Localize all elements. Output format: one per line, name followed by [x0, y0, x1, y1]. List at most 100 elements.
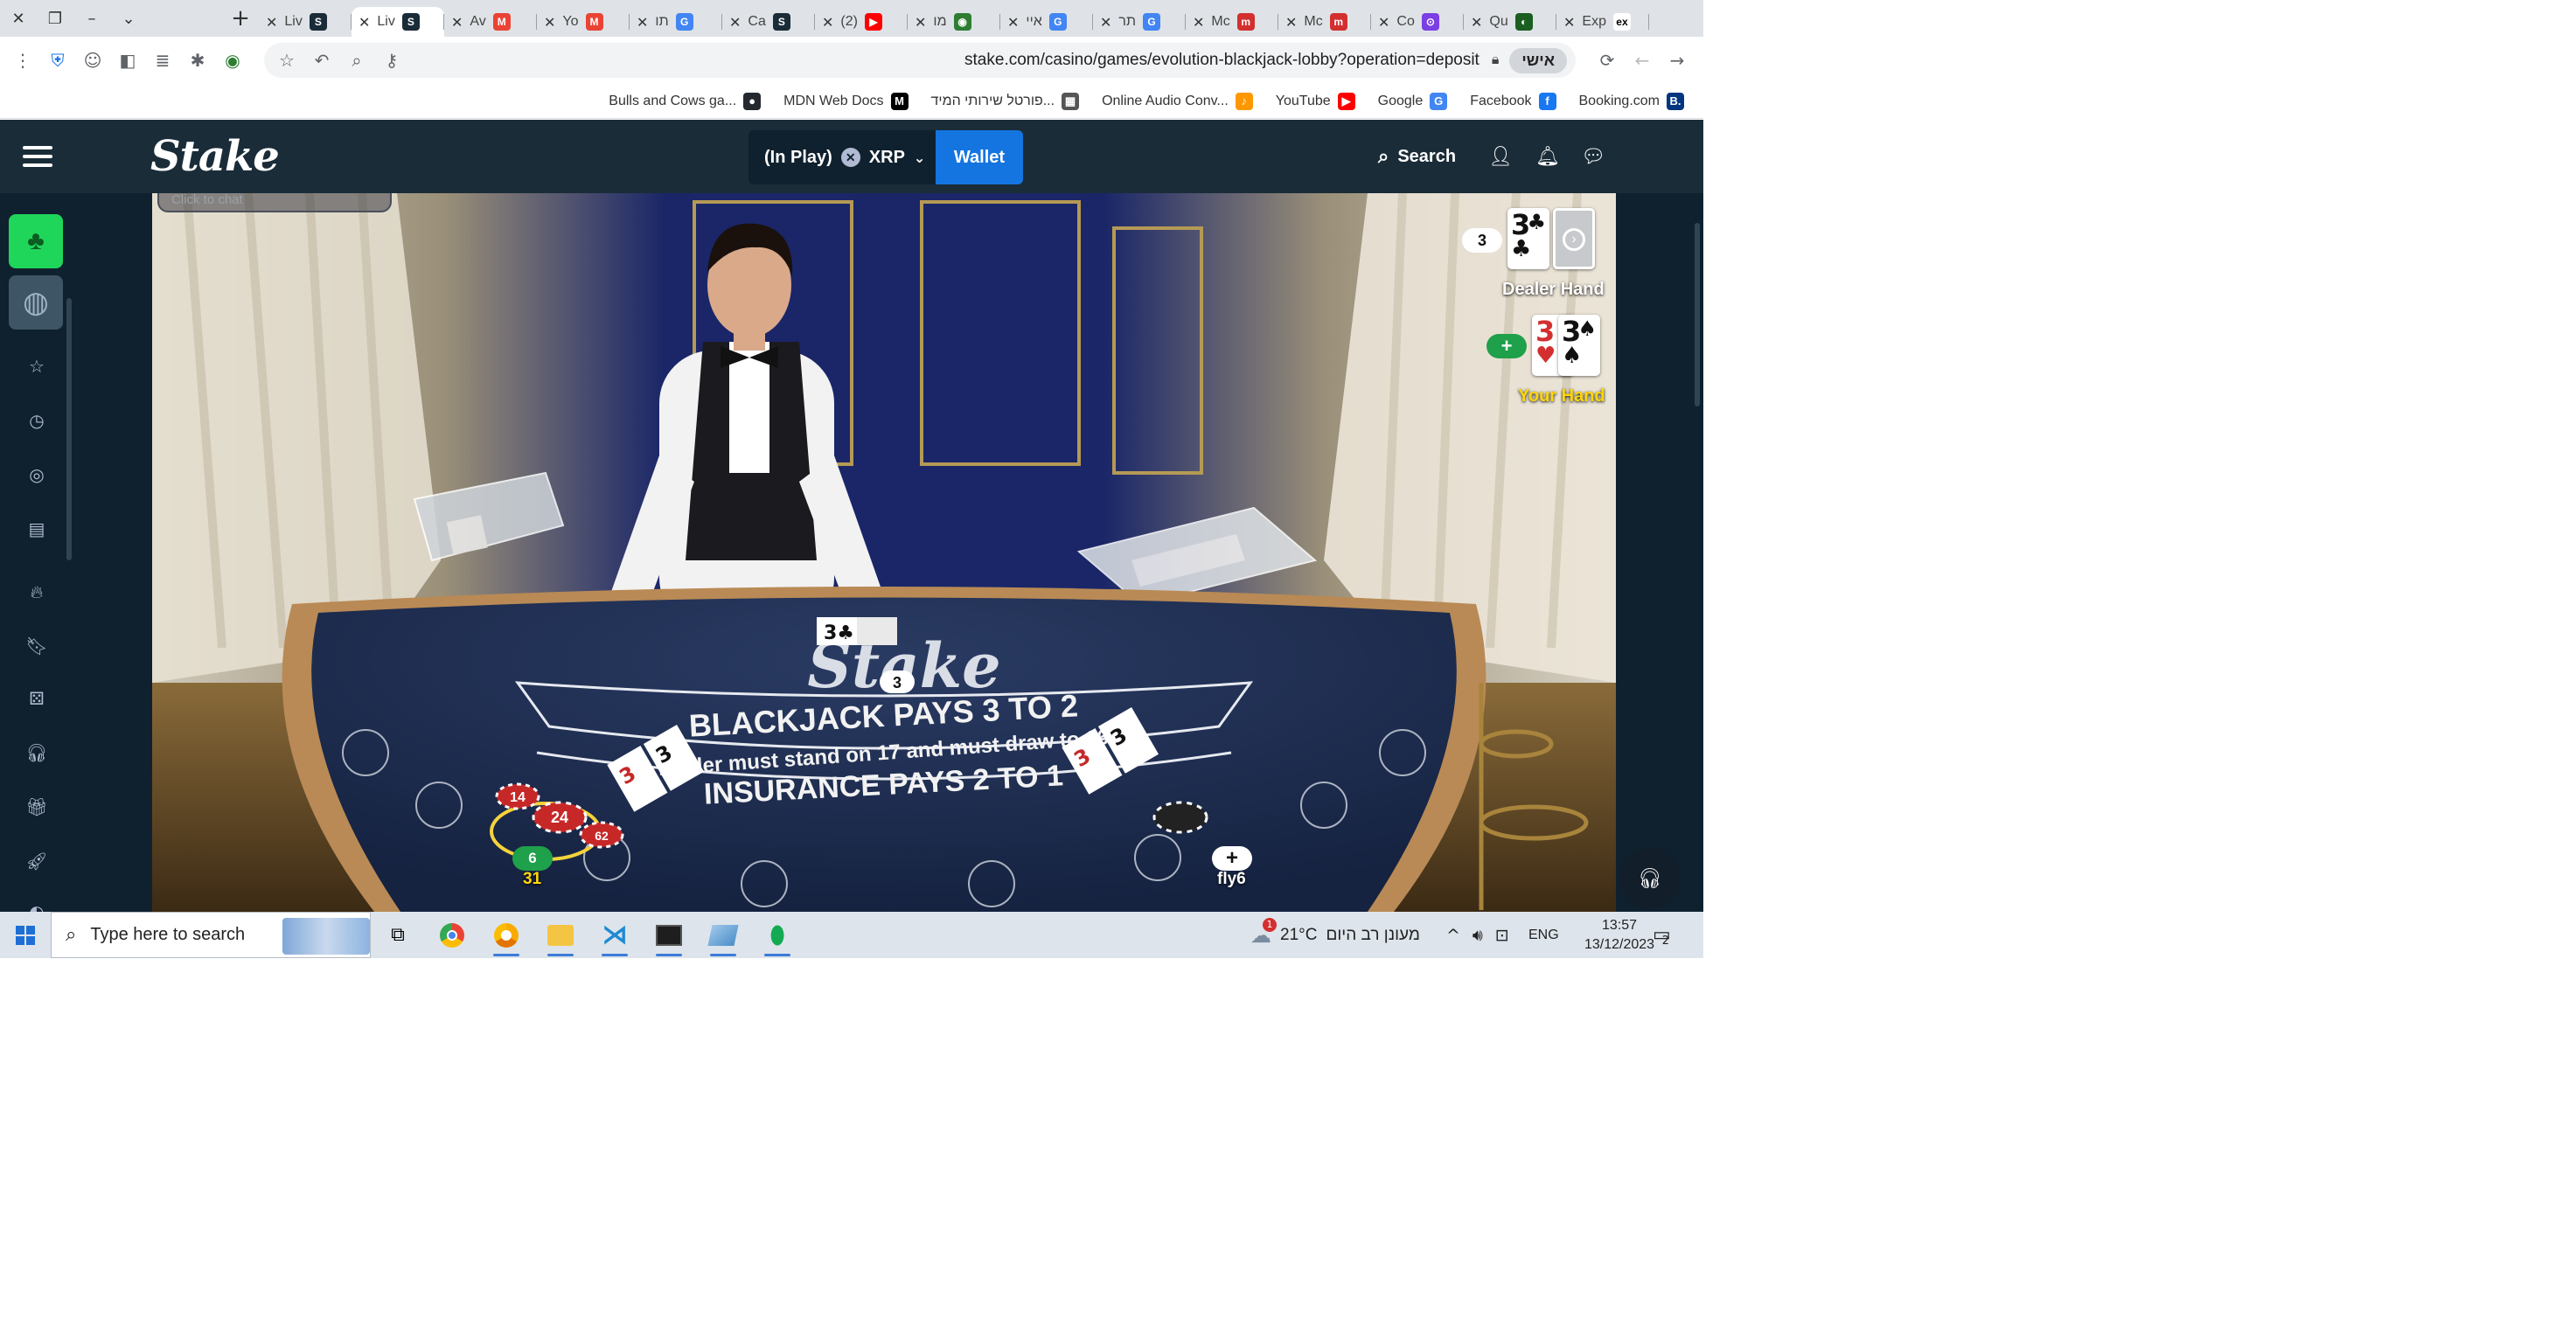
- bookmark-item[interactable]: MDN Web Docs M: [783, 92, 909, 110]
- shield-extension-icon[interactable]: ⛨: [40, 43, 75, 78]
- user-icon[interactable]: 👤︎: [1486, 142, 1514, 170]
- task-view-icon[interactable]: ⧉: [371, 912, 425, 958]
- volume-icon[interactable]: 🔊︎: [1472, 926, 1483, 945]
- side-panel-icon[interactable]: ◧: [110, 43, 145, 78]
- weather-widget[interactable]: ☁ 1 21°C מעונן רב היום: [1250, 912, 1420, 958]
- page-scrollbar[interactable]: [1693, 193, 1703, 912]
- browser-tab[interactable]: ✕ תר G: [1093, 7, 1186, 37]
- balance-selector[interactable]: (In Play) ✕ XRP ⌄: [748, 130, 936, 184]
- new-tab-button[interactable]: +: [222, 0, 259, 37]
- close-tab-icon[interactable]: ✕: [1378, 14, 1389, 31]
- tab-search-chevron-icon[interactable]: ⌄: [110, 0, 147, 37]
- notification-center-icon[interactable]: ▭ 2: [1653, 912, 1671, 958]
- close-tab-icon[interactable]: ✕: [915, 14, 926, 31]
- bookmark-star-icon[interactable]: ☆: [269, 43, 304, 78]
- url-text[interactable]: stake.com/casino/games/evolution-blackja…: [964, 51, 1479, 70]
- browser-tab[interactable]: ✕ (2) ▶: [815, 7, 908, 37]
- key-icon[interactable]: ⚷: [374, 43, 409, 78]
- bookmark-item[interactable]: Bulls and Cows ga... ●: [609, 92, 762, 110]
- security-extension-icon[interactable]: ◉: [215, 43, 250, 78]
- chrome-app-icon[interactable]: [425, 912, 479, 958]
- search-button[interactable]: ⌕ Search: [1378, 139, 1456, 174]
- mongodb-compass-app-icon[interactable]: ⬮: [750, 912, 804, 958]
- back-icon[interactable]: ←: [1625, 43, 1660, 78]
- close-tab-icon[interactable]: ✕: [1563, 14, 1575, 31]
- hamburger-menu-icon[interactable]: [23, 139, 52, 174]
- favourites-star-icon[interactable]: ☆: [19, 349, 54, 384]
- close-tab-icon[interactable]: ✕: [1193, 14, 1204, 31]
- close-tab-icon[interactable]: ✕: [266, 14, 277, 31]
- close-tab-icon[interactable]: ✕: [1007, 14, 1019, 31]
- browser-tab[interactable]: ✕ תו G: [630, 7, 722, 37]
- bookmark-item[interactable]: Online Audio Conv... ♪: [1102, 92, 1253, 110]
- address-bar[interactable]: ☆ ↶ ⌕ ⚷ stake.com/casino/games/evolution…: [264, 43, 1576, 78]
- windows-start-icon[interactable]: [0, 912, 51, 958]
- extensions-icon[interactable]: ✱: [180, 43, 215, 78]
- file-explorer-app-icon[interactable]: [533, 912, 588, 958]
- close-tab-icon[interactable]: ✕: [451, 14, 463, 31]
- bookmark-item[interactable]: Booking.com B.: [1579, 92, 1684, 110]
- profile-icon[interactable]: ☺: [75, 43, 110, 78]
- minimize-window-icon[interactable]: –: [73, 0, 110, 37]
- browser-tab[interactable]: ✕ איי G: [1000, 7, 1093, 37]
- close-tab-icon[interactable]: ✕: [637, 14, 648, 31]
- live-casino-headset-icon[interactable]: 🎧︎: [19, 735, 54, 770]
- bookmark-icon[interactable]: 🔖︎: [19, 629, 54, 664]
- browser-tab[interactable]: ✕ Co ⊙: [1371, 7, 1464, 37]
- my-bets-icon[interactable]: ▤: [19, 511, 54, 546]
- bookmark-item[interactable]: YouTube ▶: [1276, 92, 1355, 110]
- browser-tab[interactable]: ✕ Mc m: [1186, 7, 1278, 37]
- close-tab-icon[interactable]: ✕: [822, 14, 833, 31]
- close-tab-icon[interactable]: ✕: [1100, 14, 1111, 31]
- clock[interactable]: 13:57 13/12/2023: [1584, 912, 1654, 958]
- profile-chip[interactable]: אישי: [1509, 47, 1567, 73]
- menu-dots-icon[interactable]: ⋮: [5, 43, 40, 78]
- vscode-app-icon[interactable]: ⋊: [588, 912, 642, 958]
- hot-fire-icon[interactable]: 🔥︎: [19, 574, 54, 609]
- notifications-bell-icon[interactable]: 🔔︎: [1534, 142, 1562, 170]
- network-icon[interactable]: ⊡: [1495, 926, 1509, 945]
- restore-window-icon[interactable]: ❐: [37, 0, 73, 37]
- browser-tab[interactable]: ✕ Yo M: [537, 7, 630, 37]
- recent-history-icon[interactable]: ◷: [19, 403, 54, 438]
- chat-icon[interactable]: 💬︎: [1579, 142, 1607, 170]
- terminal-app-icon[interactable]: [642, 912, 696, 958]
- browser-tab[interactable]: ✕ מו ◉: [908, 7, 1000, 37]
- close-tab-icon[interactable]: ✕: [729, 14, 741, 31]
- taskbar-search-box[interactable]: ⌕ Type here to search: [51, 912, 371, 958]
- db-tool-app-icon[interactable]: [696, 912, 750, 958]
- stake-logo[interactable]: Stake: [150, 132, 280, 181]
- browser-tab[interactable]: ✕ Exp ex: [1556, 7, 1649, 37]
- close-tab-icon[interactable]: ✕: [544, 14, 555, 31]
- bookmark-item[interactable]: Facebook f: [1470, 92, 1556, 110]
- browser-tab[interactable]: ✕ Liv S: [259, 7, 352, 37]
- sports-tile[interactable]: ◍: [9, 275, 63, 330]
- chat-input[interactable]: Click to chat: [157, 193, 392, 212]
- close-tab-icon[interactable]: ✕: [1285, 14, 1297, 31]
- challenges-target-icon[interactable]: ◎: [19, 457, 54, 492]
- sidebar-scrollbar[interactable]: [66, 298, 72, 560]
- share-icon[interactable]: ↶: [304, 43, 339, 78]
- bookmark-item[interactable]: Google G: [1378, 92, 1448, 110]
- browser-tab[interactable]: ✕ Mc m: [1278, 7, 1371, 37]
- bookmark-item[interactable]: פורטל שירותי המיד... ▦: [931, 92, 1080, 110]
- lock-icon[interactable]: 🔒︎: [1492, 52, 1500, 68]
- casino-tile[interactable]: ♣: [9, 214, 63, 268]
- close-tab-icon[interactable]: ✕: [1471, 14, 1482, 31]
- reload-icon[interactable]: ⟳: [1590, 43, 1625, 78]
- close-tab-icon[interactable]: ✕: [359, 14, 370, 31]
- chrome-canary-app-icon[interactable]: [479, 912, 533, 958]
- zoom-icon[interactable]: ⌕: [339, 43, 374, 78]
- live-video-stream[interactable]: BLACKJACK PAYS 3 TO 2 Dealer must stand …: [152, 193, 1616, 912]
- new-releases-rocket-icon[interactable]: 🚀︎: [19, 844, 54, 879]
- browser-tab[interactable]: ✕ Qu ◐: [1464, 7, 1556, 37]
- forward-icon[interactable]: →: [1660, 43, 1695, 78]
- reading-list-icon[interactable]: ≣: [145, 43, 180, 78]
- browser-tab[interactable]: ✕ Ca S: [722, 7, 815, 37]
- slots-icon[interactable]: ⚄: [19, 681, 54, 716]
- promotions-gift-icon[interactable]: 🎁︎: [19, 789, 54, 824]
- close-window-icon[interactable]: ✕: [0, 0, 37, 37]
- player-add-pill[interactable]: +: [1486, 334, 1527, 358]
- show-hidden-icons-chevron-icon[interactable]: ^: [1446, 926, 1460, 945]
- browser-tab[interactable]: ✕ Av M: [444, 7, 537, 37]
